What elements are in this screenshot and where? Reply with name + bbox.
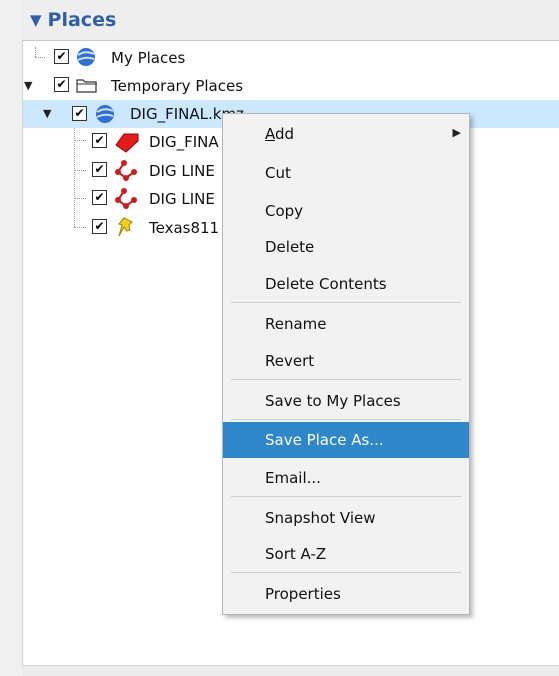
menu-item-label: Save to My Places <box>265 392 401 410</box>
menu-item-label: Sort A-Z <box>265 545 327 563</box>
menu-item-label: Copy <box>265 202 304 220</box>
checkbox[interactable]: ✔ <box>92 219 107 234</box>
menu-item-label: Delete Contents <box>265 275 387 293</box>
menu-item-label: Snapshot View <box>265 509 376 527</box>
collapse-toggle-icon[interactable]: ▼ <box>30 11 42 29</box>
menu-separator <box>231 496 461 497</box>
places-panel-header[interactable]: ▼ Places <box>22 0 559 41</box>
tree-item-my-places[interactable]: ✔ My Places <box>23 44 559 71</box>
menu-separator <box>231 302 461 303</box>
menu-item-label: Revert <box>265 352 315 370</box>
menu-item-rename[interactable]: Rename <box>223 310 469 338</box>
menu-item-properties[interactable]: Properties <box>223 580 469 608</box>
tree-item-label: My Places <box>111 49 186 67</box>
menu-item-copy[interactable]: Copy <box>223 197 469 225</box>
pushpin-icon <box>116 216 136 242</box>
polygon-icon <box>114 131 140 157</box>
menu-item-delete[interactable]: Delete <box>223 233 469 261</box>
menu-separator <box>231 379 461 380</box>
earth-icon <box>95 104 115 128</box>
menu-item-label: Rename <box>265 315 327 333</box>
earth-icon <box>76 47 96 71</box>
tree-item-label: Texas811 <box>149 219 220 237</box>
panel-title: Places <box>47 9 117 31</box>
tree-item-label: DIG LINE <box>149 162 215 180</box>
menu-item-email[interactable]: Email... <box>223 464 469 492</box>
checkbox[interactable]: ✔ <box>54 77 69 92</box>
line-icon <box>114 160 138 186</box>
menu-separator <box>231 419 461 420</box>
tree-item-label: DIG_FINA <box>149 133 219 151</box>
menu-item-label-rest: dd <box>275 125 295 143</box>
expand-arrow-icon[interactable]: ▼ <box>24 79 32 92</box>
menu-item-label: Save Place As... <box>265 431 384 449</box>
menu-item-save-place-as[interactable]: Save Place As... <box>223 422 469 458</box>
menu-item-cut[interactable]: Cut <box>223 159 469 187</box>
menu-item-label: Email... <box>265 469 321 487</box>
menu-item-label: Add <box>265 125 294 143</box>
menu-item-delete-contents[interactable]: Delete Contents <box>223 270 469 298</box>
tree-item-label: DIG LINE <box>149 190 215 208</box>
context-menu[interactable]: Add ▶ Cut Copy Delete Delete Contents Re… <box>222 113 470 615</box>
checkbox[interactable]: ✔ <box>54 49 69 64</box>
menu-item-label: Properties <box>265 585 341 603</box>
menu-item-revert[interactable]: Revert <box>223 347 469 375</box>
menu-item-snapshot-view[interactable]: Snapshot View <box>223 504 469 532</box>
submenu-arrow-icon: ▶ <box>452 126 461 139</box>
checkbox[interactable]: ✔ <box>92 133 107 148</box>
checkbox[interactable]: ✔ <box>92 190 107 205</box>
tree-item-label: Temporary Places <box>111 77 244 95</box>
menu-item-sort-az[interactable]: Sort A-Z <box>223 540 469 568</box>
checkbox[interactable]: ✔ <box>92 162 107 177</box>
accelerator-key: A <box>265 125 275 143</box>
tree-item-temporary-places[interactable]: ▼ ✔ Temporary Places <box>23 72 559 99</box>
menu-separator <box>231 572 461 573</box>
menu-item-label: Cut <box>265 164 291 182</box>
panel-bottom-edge <box>22 665 559 676</box>
checkbox[interactable]: ✔ <box>72 106 87 121</box>
line-icon <box>114 188 138 214</box>
menu-item-save-to-my-places[interactable]: Save to My Places <box>223 387 469 415</box>
folder-icon <box>76 77 98 97</box>
menu-item-add[interactable]: Add ▶ <box>223 120 469 148</box>
menu-item-label: Delete <box>265 238 315 256</box>
expand-arrow-icon[interactable]: ▼ <box>43 107 51 120</box>
